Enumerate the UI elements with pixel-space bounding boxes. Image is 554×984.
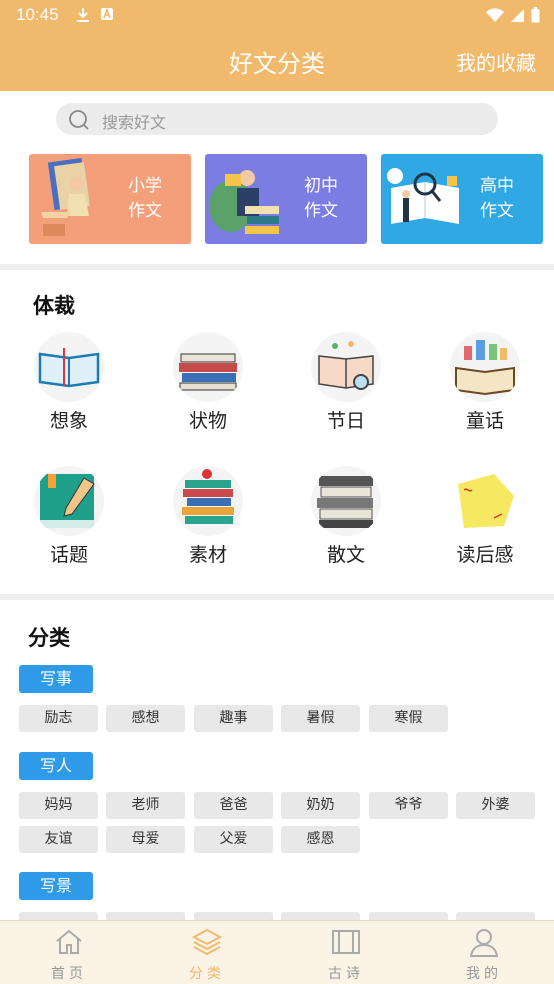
tag-chip[interactable]: 妈妈 (19, 792, 98, 819)
search-icon (69, 110, 89, 130)
genre-label: 状物 (188, 410, 227, 432)
genre-label: 想象 (49, 410, 88, 432)
book-stack-icon (173, 332, 243, 402)
category-panel: 分类 写事 励志 感想 趣事 暑假 寒假 写人 妈妈 老师 爸爸 奶奶 爷爷 外… (0, 600, 554, 920)
tab-poems[interactable]: 古诗 (277, 921, 415, 984)
genre-item-festival[interactable]: 节日 (296, 332, 396, 433)
tag-chip[interactable]: 父爱 (194, 826, 273, 853)
level-card-middle[interactable]: 初中 作文 (205, 154, 367, 244)
genre-label: 素材 (188, 544, 227, 566)
home-icon (56, 929, 82, 954)
genre-item-review[interactable]: 读后感 (435, 466, 535, 567)
tag-chip[interactable]: 暑假 (281, 705, 360, 732)
tag-chip[interactable]: 感想 (106, 705, 185, 732)
genre-label: 散文 (326, 544, 365, 566)
tag-chip[interactable]: 奶奶 (281, 792, 360, 819)
tag-chip[interactable] (281, 912, 360, 920)
fairy-book-icon (450, 332, 520, 402)
girl-reading-icon (209, 170, 279, 234)
search-placeholder: 搜索好文 (102, 113, 167, 132)
search-input[interactable]: 搜索好文 (56, 103, 498, 135)
app-header: 好文分类 我的收藏 (0, 30, 554, 91)
tag-chip[interactable]: 外婆 (456, 792, 535, 819)
my-favorites-link[interactable]: 我的收藏 (456, 47, 536, 76)
genre-title: 体裁 (33, 294, 75, 318)
tall-book-stack-icon (173, 466, 243, 536)
reading-note-icon (450, 466, 520, 536)
download-icon (77, 8, 89, 22)
tag-chip[interactable]: 趣事 (194, 705, 273, 732)
genre-label: 童话 (465, 410, 504, 432)
status-time: 10:45 (16, 5, 59, 24)
open-book-icon (34, 332, 104, 402)
level-card-high[interactable]: 高中 作文 (381, 154, 543, 244)
tag-chip[interactable] (19, 912, 98, 920)
level-label-high: 高中 作文 (480, 176, 514, 221)
genre-item-topic[interactable]: 话题 (19, 466, 119, 567)
user-icon (469, 929, 499, 957)
wifi-icon (486, 7, 504, 22)
top-panel: 搜索好文 小学 作文 初中 作文 高中 作文 (0, 91, 554, 264)
notification-a-icon (101, 7, 113, 20)
tag-chip[interactable] (106, 912, 185, 920)
tab-label: 分类 (189, 966, 225, 982)
tag-chip[interactable]: 老师 (106, 792, 185, 819)
battery-icon (531, 7, 540, 23)
category-title: 分类 (28, 626, 70, 650)
genre-item-material[interactable]: 素材 (158, 466, 258, 567)
category-group-scenery[interactable]: 写景 (19, 872, 93, 900)
genre-label: 话题 (49, 544, 88, 566)
tag-chip[interactable]: 爷爷 (369, 792, 448, 819)
tab-label: 古诗 (328, 966, 364, 982)
genre-item-imagination[interactable]: 想象 (19, 332, 119, 433)
green-book-pencil-icon (34, 466, 104, 536)
genre-label: 节日 (326, 410, 365, 432)
layers-icon (191, 928, 223, 956)
tag-chip[interactable] (194, 912, 273, 920)
status-bar: 10:45 (0, 0, 554, 30)
tab-label: 我的 (466, 966, 502, 982)
genre-item-object[interactable]: 状物 (158, 332, 258, 433)
tag-chip[interactable]: 母爱 (106, 826, 185, 853)
tab-home[interactable]: 首页 (0, 921, 138, 984)
bottom-tab-bar: 首页 分类 古诗 我的 (0, 920, 554, 984)
tag-chip[interactable]: 感恩 (281, 826, 360, 853)
level-label-middle: 初中 作文 (304, 176, 338, 221)
tab-label: 首页 (51, 966, 87, 982)
tab-category[interactable]: 分类 (138, 921, 276, 984)
magnifier-book-icon (311, 332, 381, 402)
genre-item-prose[interactable]: 散文 (296, 466, 396, 567)
tab-mine[interactable]: 我的 (415, 921, 553, 984)
level-card-primary[interactable]: 小学 作文 (29, 154, 191, 244)
grey-book-stack-icon (311, 466, 381, 536)
tag-chip[interactable] (456, 912, 535, 920)
tag-chip[interactable]: 寒假 (369, 705, 448, 732)
signal-icon (511, 8, 524, 22)
magnifier-book-card-icon (387, 168, 459, 224)
tag-chip[interactable]: 励志 (19, 705, 98, 732)
student-reading-icon (41, 157, 90, 236)
category-group-people[interactable]: 写人 (19, 752, 93, 780)
tag-chip[interactable]: 友谊 (19, 826, 98, 853)
level-label-primary: 小学 作文 (128, 176, 162, 221)
tag-chip[interactable] (369, 912, 448, 920)
tag-chip[interactable]: 爸爸 (194, 792, 273, 819)
genre-item-fairytale[interactable]: 童话 (435, 332, 535, 433)
genre-label: 读后感 (456, 544, 514, 566)
genre-panel: 体裁 想象 状物 节日 童话 话题 素材 散文 读后感 (0, 270, 554, 594)
category-group-events[interactable]: 写事 (19, 665, 93, 693)
scroll-icon (332, 930, 360, 954)
